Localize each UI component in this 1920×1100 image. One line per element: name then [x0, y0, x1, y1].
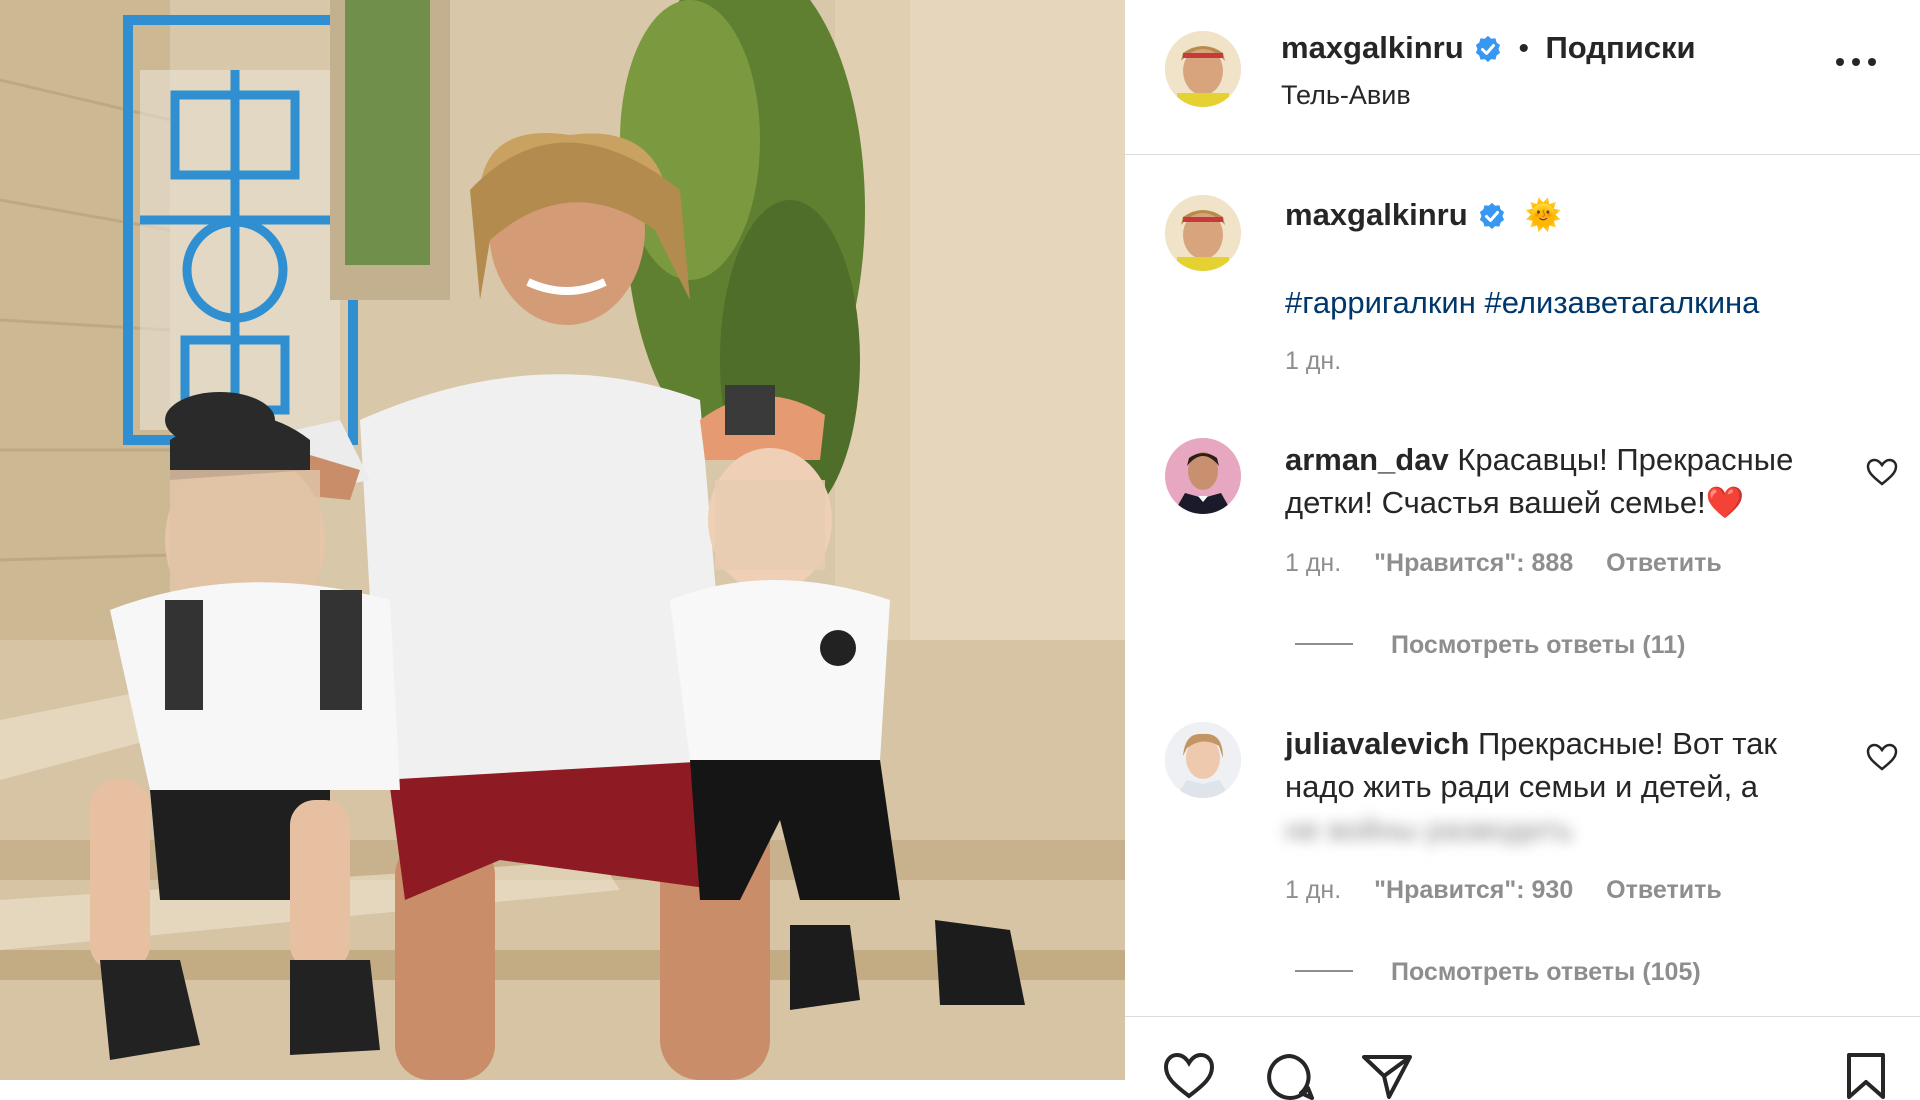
- view-replies-button[interactable]: Посмотреть ответы (11): [1295, 631, 1685, 660]
- replies-line: [1295, 970, 1353, 972]
- view-replies-label: Посмотреть ответы (105): [1391, 958, 1701, 986]
- view-replies-label: Посмотреть ответы (11): [1391, 631, 1686, 659]
- caption-header: maxgalkinru 🌞: [1285, 197, 1562, 233]
- caption-timestamp: 1 дн.: [1285, 347, 1342, 375]
- author-username[interactable]: maxgalkinru: [1281, 30, 1464, 65]
- sun-emoji: 🌞: [1524, 199, 1562, 232]
- reply-button[interactable]: Ответить: [1606, 549, 1722, 577]
- header-title-row: maxgalkinru • Подписки: [1281, 30, 1696, 66]
- replies-line: [1295, 643, 1353, 645]
- comment-username[interactable]: arman_dav: [1285, 442, 1449, 477]
- separator-dot: •: [1518, 32, 1530, 65]
- reply-button[interactable]: Ответить: [1606, 876, 1722, 904]
- comment-meta: 1 дн. "Нравится": 888 Ответить: [1285, 549, 1748, 578]
- caption-username[interactable]: maxgalkinru: [1285, 197, 1468, 232]
- comment-likes[interactable]: "Нравится": 930: [1374, 876, 1573, 904]
- comment-username[interactable]: juliavalevich: [1285, 726, 1469, 761]
- comment-body: arman_dav Красавцы! Прекрасные детки! Сч…: [1285, 438, 1835, 524]
- share-icon[interactable]: [1361, 1052, 1413, 1100]
- like-comment-heart-icon[interactable]: [1866, 457, 1898, 487]
- avatar-image: [1165, 195, 1241, 271]
- caption-avatar[interactable]: [1165, 195, 1241, 271]
- avatar-image: [1165, 31, 1241, 107]
- header-divider: [1125, 154, 1920, 155]
- heart-icon[interactable]: [1163, 1052, 1215, 1100]
- avatar-image: [1165, 438, 1241, 514]
- post-photo[interactable]: [0, 0, 1125, 1080]
- comment-time: 1 дн.: [1285, 876, 1342, 904]
- more-options-icon[interactable]: [1836, 50, 1884, 74]
- caption-hashtags[interactable]: #гарригалкин #елизаветагалкина: [1285, 285, 1759, 321]
- post-location[interactable]: Тель-Авив: [1281, 80, 1411, 111]
- heart-emoji: ❤️: [1705, 485, 1745, 520]
- verified-badge-icon: [1479, 202, 1505, 229]
- avatar-image: [1165, 722, 1241, 798]
- view-replies-button[interactable]: Посмотреть ответы (105): [1295, 958, 1701, 987]
- blurred-comment-text: не войны разводить: [1285, 812, 1574, 847]
- actions-divider: [1125, 1016, 1920, 1017]
- comment-avatar[interactable]: [1165, 438, 1241, 514]
- comment-body: juliavalevich Прекрасные! Вот так надо ж…: [1285, 722, 1835, 851]
- comment-icon[interactable]: [1264, 1052, 1316, 1100]
- comment-meta: 1 дн. "Нравится": 930 Ответить: [1285, 876, 1748, 905]
- verified-badge-icon: [1475, 35, 1501, 62]
- post-details-panel: maxgalkinru • Подписки Тель-Авив maxgalk…: [1125, 0, 1920, 1100]
- like-comment-heart-icon[interactable]: [1866, 742, 1898, 772]
- bookmark-icon[interactable]: [1845, 1052, 1887, 1100]
- comment-avatar[interactable]: [1165, 722, 1241, 798]
- author-avatar[interactable]: [1165, 31, 1241, 107]
- following-button[interactable]: Подписки: [1546, 30, 1696, 65]
- comment-likes[interactable]: "Нравится": 888: [1374, 549, 1573, 577]
- photo-illustration: [0, 0, 1125, 1080]
- comment-time: 1 дн.: [1285, 549, 1342, 577]
- caption-time: 1 дн.: [1285, 347, 1367, 376]
